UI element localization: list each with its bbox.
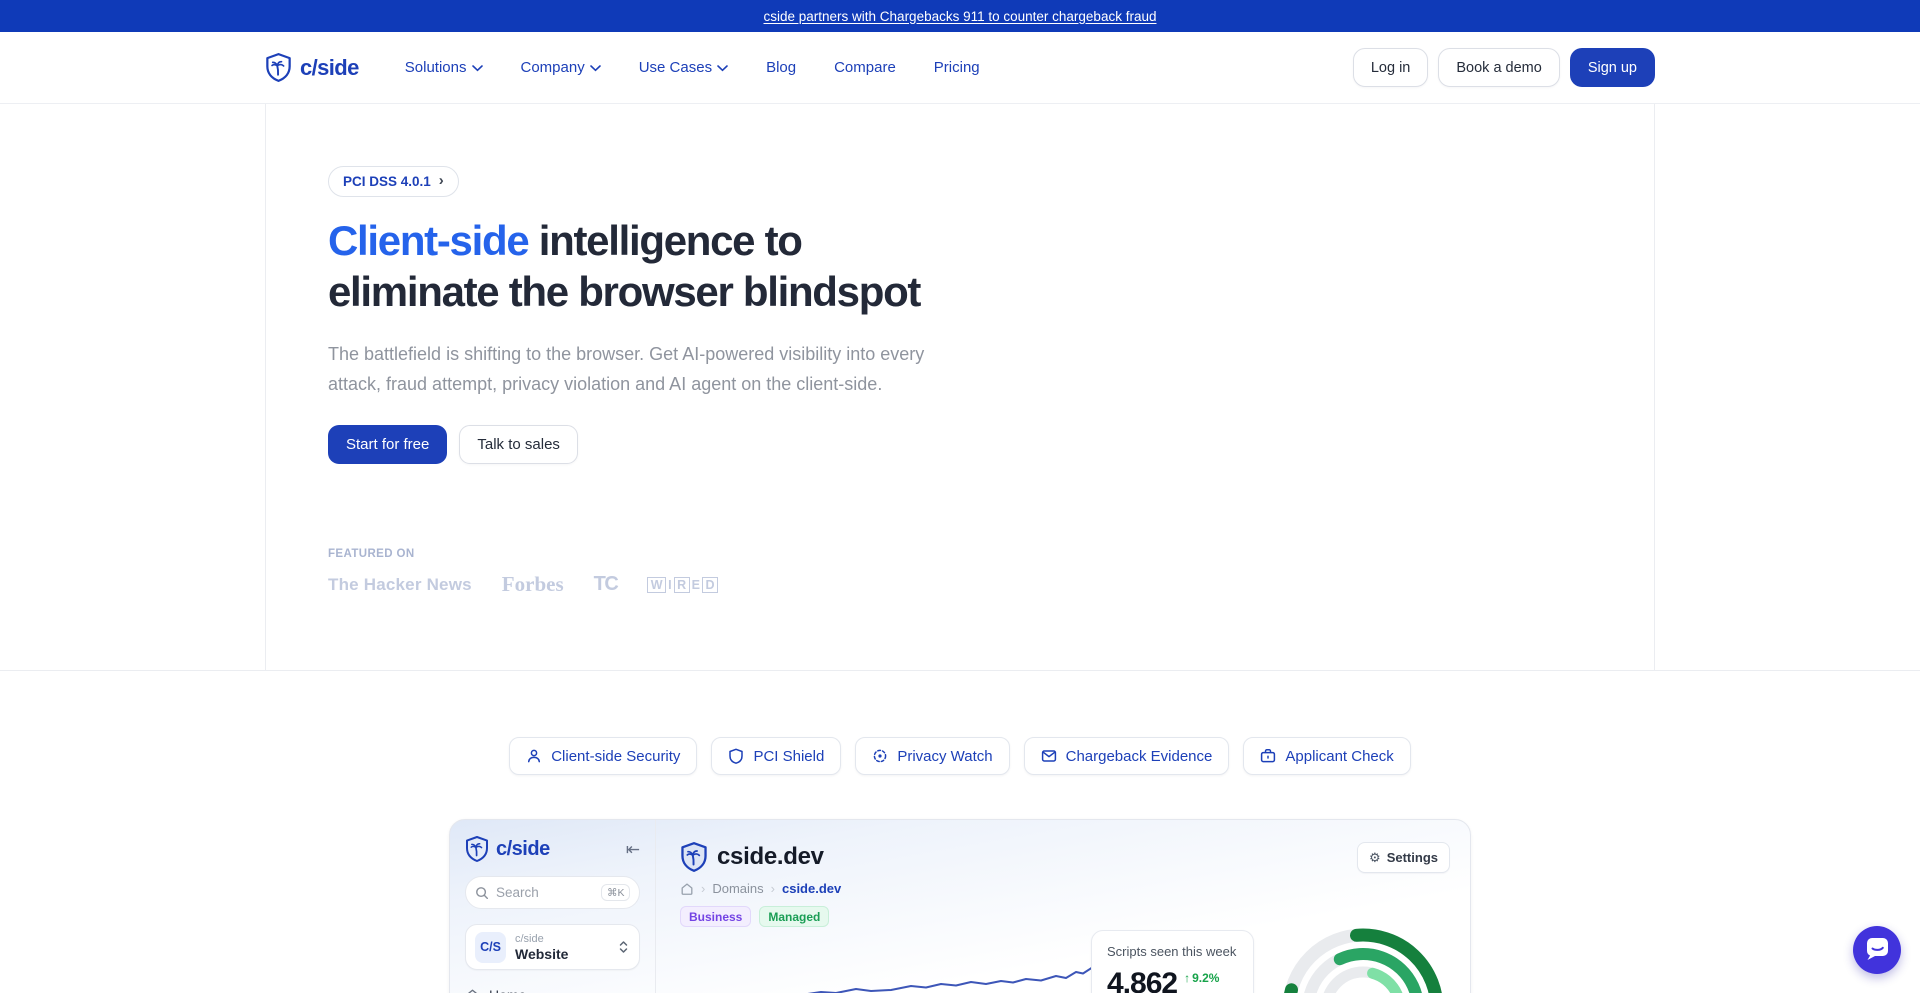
briefcase-icon bbox=[1260, 748, 1276, 764]
dashboard-preview: c/side ⇤ Search ⌘K C/S c/side Website bbox=[449, 819, 1471, 993]
chat-bubble-icon bbox=[1853, 926, 1901, 974]
breadcrumb-current[interactable]: cside.dev bbox=[782, 881, 841, 896]
sidebar-item-home[interactable]: Home bbox=[465, 987, 640, 993]
managed-badge: Managed bbox=[759, 906, 829, 927]
announcement-link[interactable]: cside partners with Chargebacks 911 to c… bbox=[764, 9, 1157, 24]
arrow-up-icon: ↑ bbox=[1184, 971, 1190, 985]
product-preview-section: Client-side Security PCI Shield Privacy … bbox=[0, 670, 1920, 993]
home-icon bbox=[465, 988, 480, 993]
sidebar-collapse-icon[interactable]: ⇤ bbox=[626, 841, 640, 858]
mail-icon bbox=[1041, 748, 1057, 764]
workspace-org: c/side bbox=[515, 933, 568, 945]
featured-on-label: FEATURED ON bbox=[328, 548, 1654, 560]
login-button[interactable]: Log in bbox=[1353, 48, 1429, 87]
nav-item-compare[interactable]: Compare bbox=[834, 59, 896, 76]
talk-to-sales-button[interactable]: Talk to sales bbox=[459, 425, 578, 464]
press-logo-row: The Hacker News Forbes TC WIRED bbox=[328, 572, 1654, 597]
brand-logo[interactable]: c/side bbox=[265, 53, 359, 82]
chevron-right-icon: › bbox=[439, 173, 444, 188]
signup-button[interactable]: Sign up bbox=[1570, 48, 1655, 87]
start-free-button[interactable]: Start for free bbox=[328, 425, 447, 464]
dashboard-brand-logo[interactable]: c/side bbox=[465, 836, 550, 862]
hacker-news-logo: The Hacker News bbox=[328, 575, 472, 595]
shield-icon bbox=[728, 748, 744, 764]
hero-description: The battlefield is shifting to the brows… bbox=[328, 339, 948, 399]
search-shortcut-badge: ⌘K bbox=[601, 884, 630, 901]
tab-client-side-security[interactable]: Client-side Security bbox=[509, 737, 697, 775]
stat-label: Scripts seen this week bbox=[1107, 944, 1238, 959]
wired-logo: WIRED bbox=[647, 577, 718, 593]
workspace-name: Website bbox=[515, 946, 568, 962]
dashboard-main: cside.dev ⚙ Settings › Domains › cside.d… bbox=[656, 820, 1470, 993]
breadcrumb: › Domains › cside.dev bbox=[680, 881, 1450, 896]
nav-item-company[interactable]: Company bbox=[521, 59, 601, 76]
home-icon[interactable] bbox=[680, 882, 694, 896]
brand-wordmark: c/side bbox=[300, 55, 359, 81]
workspace-avatar: C/S bbox=[475, 932, 506, 963]
rings-chart bbox=[1271, 917, 1456, 993]
pci-dss-badge[interactable]: PCI DSS 4.0.1 › bbox=[328, 166, 459, 197]
announcement-banner: cside partners with Chargebacks 911 to c… bbox=[0, 0, 1920, 32]
chevron-down-icon bbox=[590, 65, 601, 72]
hero-section: PCI DSS 4.0.1 › Client-side intelligence… bbox=[265, 104, 1655, 670]
scripts-stat-card: Scripts seen this week 4,862 ↑ 9.2% bbox=[1091, 930, 1254, 993]
unfold-chevrons-icon bbox=[617, 939, 630, 955]
book-demo-button[interactable]: Book a demo bbox=[1438, 48, 1559, 87]
hero-title: Client-side intelligence toeliminate the… bbox=[328, 215, 1654, 317]
business-badge: Business bbox=[680, 906, 751, 927]
feature-tabs: Client-side Security PCI Shield Privacy … bbox=[0, 671, 1920, 775]
nav-item-blog[interactable]: Blog bbox=[766, 59, 796, 76]
hero-cta-row: Start for free Talk to sales bbox=[328, 425, 1654, 464]
nav-menu: Solutions Company Use Cases Blog Compare… bbox=[405, 59, 980, 76]
tab-privacy-watch[interactable]: Privacy Watch bbox=[855, 737, 1009, 775]
chevron-down-icon bbox=[472, 65, 483, 72]
nav-item-use-cases[interactable]: Use Cases bbox=[639, 59, 728, 76]
workspace-selector[interactable]: C/S c/side Website bbox=[465, 924, 640, 970]
featured-on-section: FEATURED ON The Hacker News Forbes TC WI… bbox=[328, 548, 1654, 597]
techcrunch-logo: TC bbox=[594, 573, 618, 596]
tab-applicant-check[interactable]: Applicant Check bbox=[1243, 737, 1410, 775]
shield-palm-icon bbox=[265, 53, 292, 82]
chat-launcher-button[interactable] bbox=[1853, 926, 1901, 974]
search-input[interactable]: Search ⌘K bbox=[465, 876, 640, 909]
domain-title: cside.dev bbox=[717, 843, 824, 871]
stat-value: 4,862 bbox=[1107, 967, 1177, 993]
forbes-logo: Forbes bbox=[502, 572, 564, 597]
breadcrumb-domains[interactable]: Domains bbox=[712, 881, 763, 896]
shield-palm-icon bbox=[465, 836, 489, 862]
settings-button[interactable]: ⚙ Settings bbox=[1357, 842, 1450, 873]
search-icon bbox=[475, 886, 489, 900]
nav-item-solutions[interactable]: Solutions bbox=[405, 59, 483, 76]
scripts-line-chart bbox=[761, 938, 1091, 993]
shield-palm-icon bbox=[680, 842, 708, 872]
chevron-down-icon bbox=[717, 65, 728, 72]
dashboard-sidebar: c/side ⇤ Search ⌘K C/S c/side Website bbox=[450, 820, 656, 993]
nav-item-pricing[interactable]: Pricing bbox=[934, 59, 980, 76]
main-nav: c/side Solutions Company Use Cases Blog … bbox=[0, 32, 1920, 104]
scan-icon bbox=[872, 748, 888, 764]
tab-pci-shield[interactable]: PCI Shield bbox=[711, 737, 841, 775]
gear-icon: ⚙ bbox=[1369, 850, 1381, 866]
stat-delta: ↑ 9.2% bbox=[1184, 971, 1219, 985]
tab-chargeback-evidence[interactable]: Chargeback Evidence bbox=[1024, 737, 1230, 775]
nav-actions: Log in Book a demo Sign up bbox=[1353, 48, 1655, 87]
search-placeholder: Search bbox=[496, 885, 539, 900]
person-icon bbox=[526, 748, 542, 764]
